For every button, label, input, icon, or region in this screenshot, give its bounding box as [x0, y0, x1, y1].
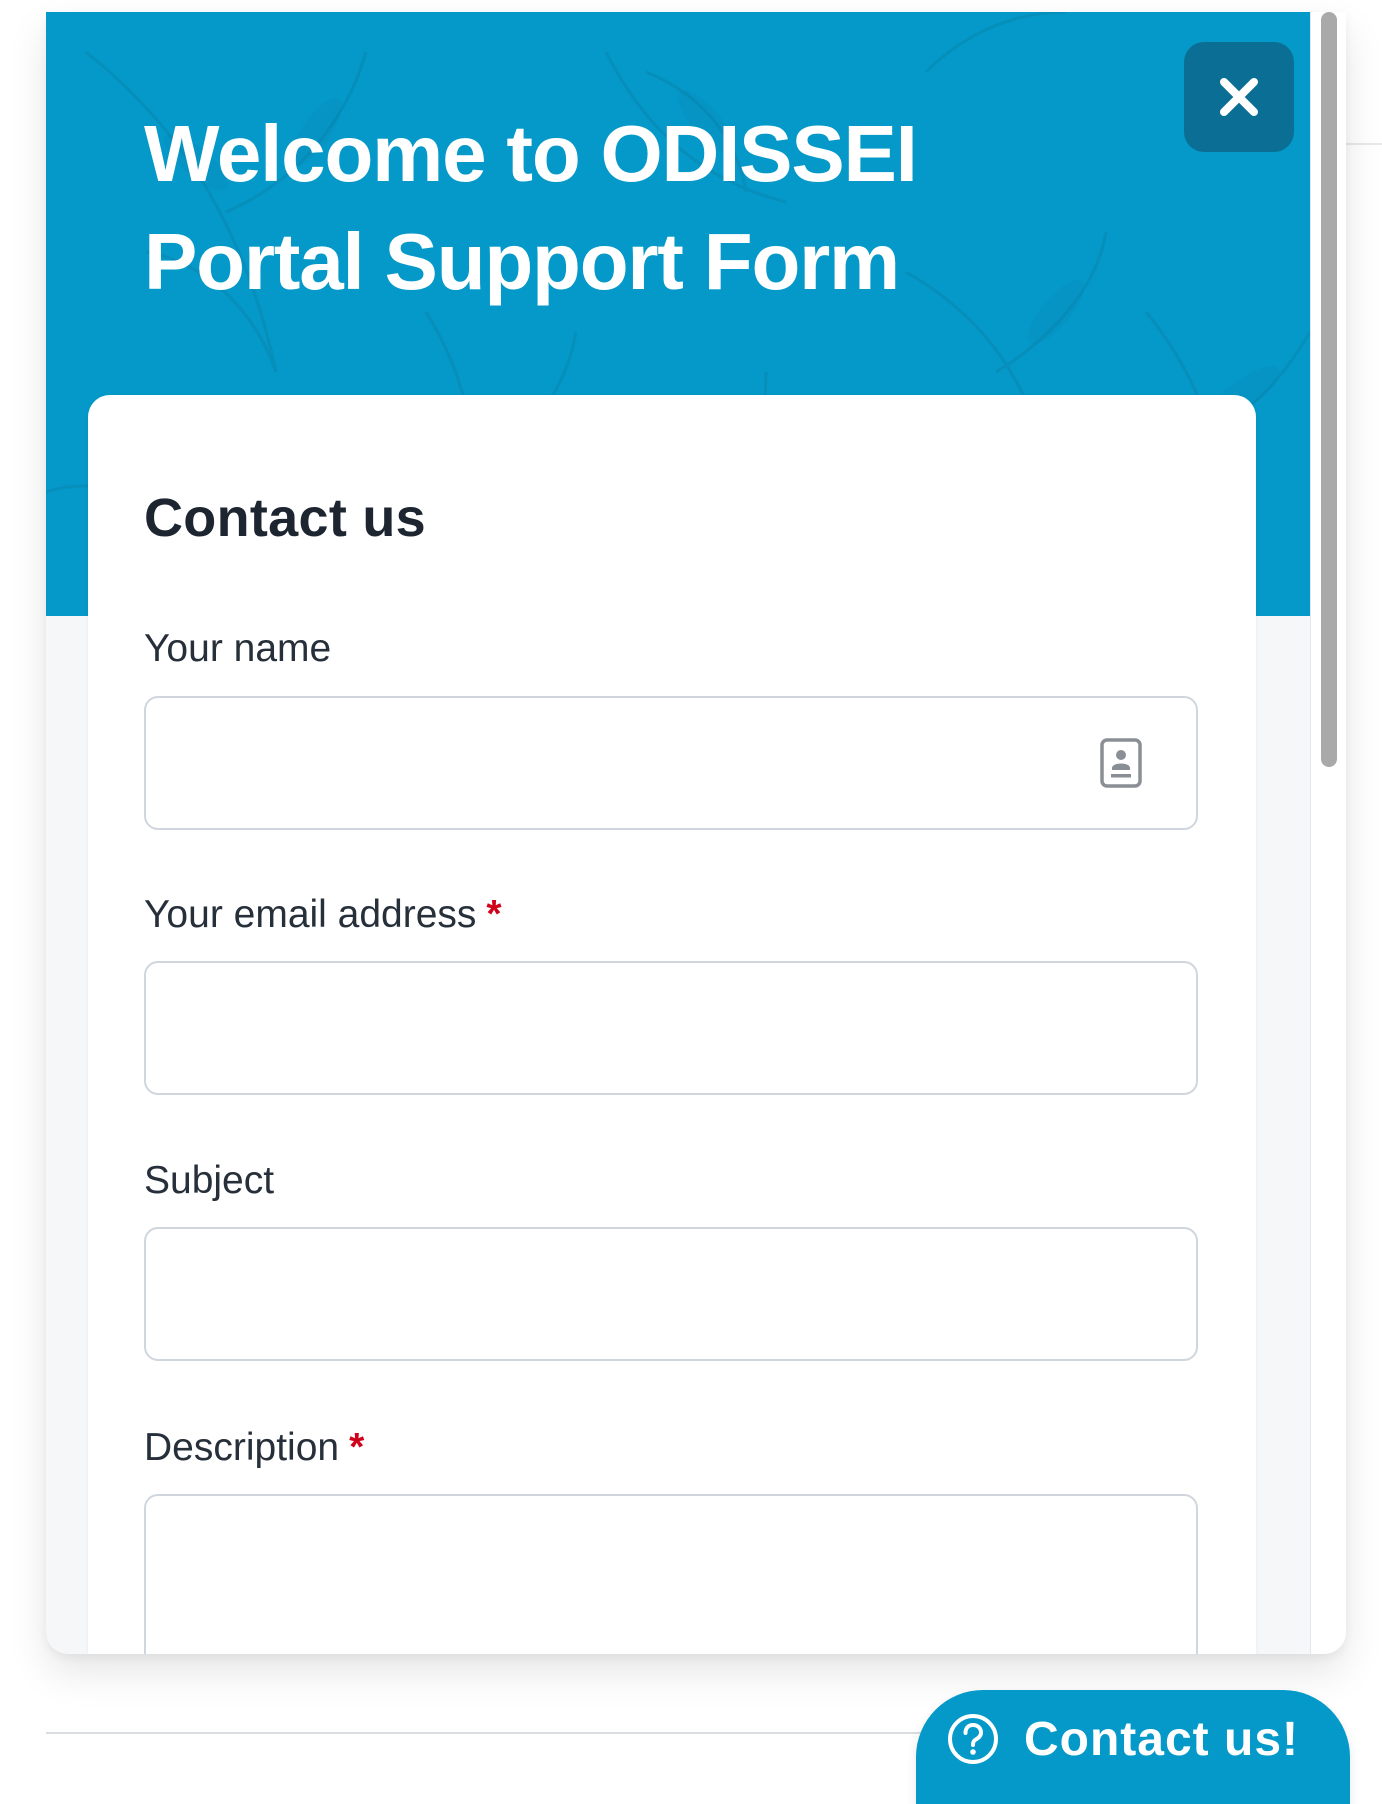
widget-title: Welcome to ODISSEI Portal Support Form	[144, 109, 918, 306]
page: Welcome to ODISSEI Portal Support Form C…	[0, 0, 1382, 1804]
subject-label-text: Subject	[144, 1159, 275, 1202]
description-label: Description *	[144, 1426, 364, 1470]
email-label-text: Your email address	[144, 893, 477, 936]
scrollbar-thumb[interactable]	[1321, 12, 1337, 767]
form-heading: Contact us	[144, 488, 427, 548]
email-input[interactable]	[144, 961, 1198, 1095]
name-label-text: Your name	[144, 627, 332, 670]
name-input[interactable]	[144, 696, 1198, 830]
question-circle-icon	[948, 1714, 998, 1764]
support-widget-panel: Welcome to ODISSEI Portal Support Form C…	[46, 12, 1346, 1654]
required-asterisk: *	[486, 893, 502, 936]
close-icon	[1220, 78, 1258, 116]
required-asterisk: *	[349, 1426, 365, 1469]
background-divider	[46, 1732, 926, 1734]
description-label-text: Description	[144, 1426, 340, 1469]
subject-input[interactable]	[144, 1227, 1198, 1361]
contact-us-launcher-button[interactable]: Contact us!	[916, 1690, 1350, 1804]
contact-card-icon[interactable]	[1100, 738, 1142, 788]
email-label: Your email address *	[144, 893, 502, 937]
contact-form-card: Contact us Your name Your email address *…	[88, 395, 1256, 1654]
subject-label: Subject	[144, 1159, 274, 1203]
close-button[interactable]	[1184, 42, 1294, 152]
launcher-label: Contact us!	[1024, 1713, 1299, 1766]
name-label: Your name	[144, 627, 331, 671]
description-textarea[interactable]	[144, 1494, 1198, 1654]
